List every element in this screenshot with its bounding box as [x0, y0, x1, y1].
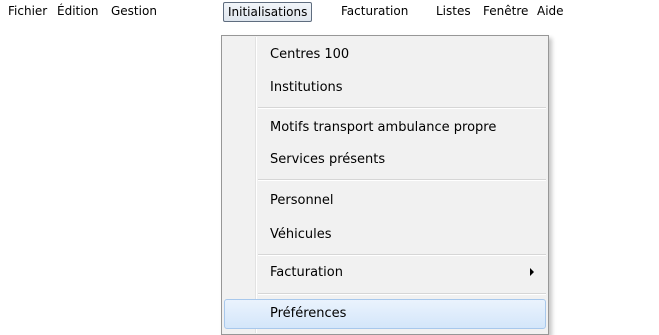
menu-item-centres-100[interactable]: Centres 100 [224, 40, 546, 70]
menu-item-preferences[interactable]: Préférences [224, 299, 546, 329]
menu-item-institutions[interactable]: Institutions [224, 73, 546, 103]
menu-aide[interactable]: Aide [537, 3, 564, 20]
menu-item-label: Motifs transport ambulance propre [270, 120, 497, 135]
menu-item-personnel[interactable]: Personnel [224, 186, 546, 216]
menu-edition[interactable]: Édition [57, 3, 99, 20]
menu-bar: Fichier Édition Gestion Initialisations … [0, 0, 659, 22]
menu-item-motifs-transport[interactable]: Motifs transport ambulance propre [224, 113, 546, 143]
menu-item-label: Services présents [270, 152, 386, 167]
menu-fenetre[interactable]: Fenêtre [483, 3, 528, 20]
menu-item-vehicules[interactable]: Véhicules [224, 220, 546, 250]
menu-item-services-presents[interactable]: Services présents [224, 145, 546, 175]
menu-fichier[interactable]: Fichier [8, 3, 47, 20]
menu-item-label: Facturation [270, 265, 343, 280]
menu-initialisations[interactable]: Initialisations [223, 2, 313, 22]
menu-item-label: Véhicules [270, 227, 332, 242]
menu-separator [258, 179, 546, 181]
menu-item-label: Institutions [270, 80, 343, 95]
menu-separator [258, 107, 546, 109]
menu-listes[interactable]: Listes [436, 3, 471, 20]
menu-item-label: Centres 100 [270, 47, 350, 62]
menu-facturation[interactable]: Facturation [341, 3, 408, 20]
menu-item-label: Préférences [270, 306, 347, 321]
initialisations-dropdown: Centres 100 Institutions Motifs transpor… [221, 35, 549, 335]
menu-separator [258, 254, 546, 256]
menu-item-label: Personnel [270, 193, 334, 208]
submenu-arrow-icon [530, 268, 534, 276]
menu-gestion[interactable]: Gestion [111, 3, 157, 20]
menu-item-facturation[interactable]: Facturation [224, 258, 546, 288]
menu-separator [258, 293, 546, 295]
